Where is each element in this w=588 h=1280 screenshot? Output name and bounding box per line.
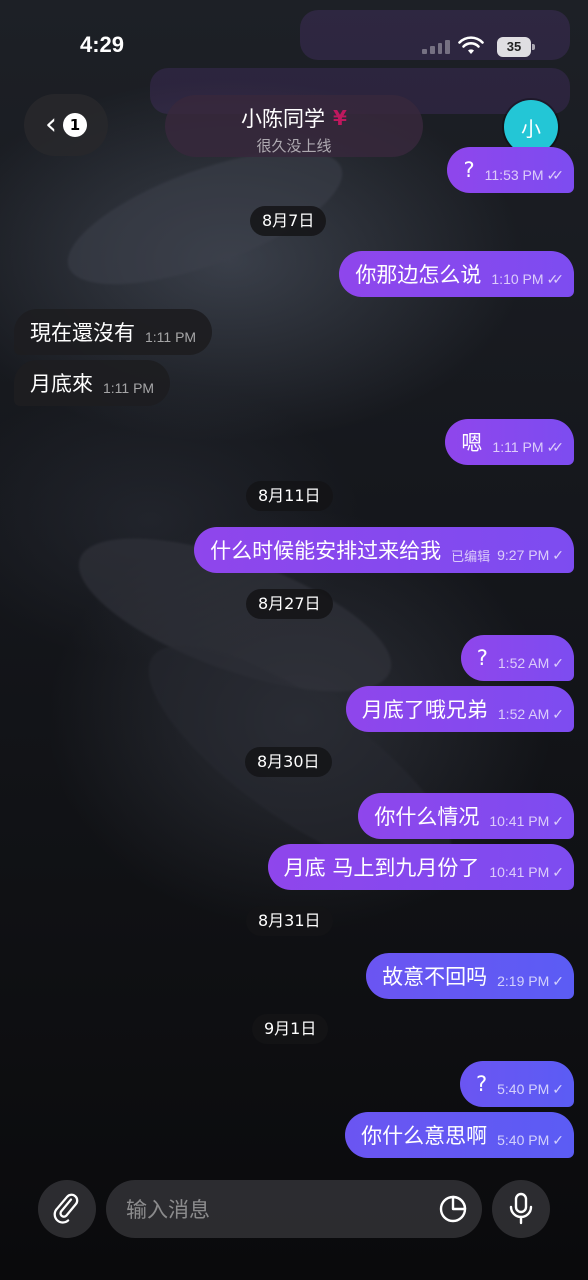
date-separator: 8月27日 xyxy=(246,589,333,619)
date-separator: 8月30日 xyxy=(245,747,332,777)
status-bar: 4:29 35 xyxy=(0,0,588,90)
read-check-icon: ✓ xyxy=(552,1131,563,1148)
contact-emoji: ¥ xyxy=(333,106,347,130)
chevron-left-icon: ‹ xyxy=(45,107,57,142)
contact-name: 小陈同学 xyxy=(241,107,326,131)
message-text: 月底來 xyxy=(30,372,93,396)
message-time: 10:41 PM xyxy=(489,813,550,829)
battery-icon: 35 xyxy=(497,37,535,57)
message-time: 9:27 PM xyxy=(497,547,550,563)
read-check-icon: ✓ xyxy=(552,863,563,880)
date-separator: 9月1日 xyxy=(252,1014,329,1044)
back-button[interactable]: ‹ 1 xyxy=(24,94,108,156)
date-separator: 8月31日 xyxy=(246,906,333,936)
signal-icon xyxy=(422,40,450,54)
edited-label: 已编辑 xyxy=(451,548,491,564)
microphone-icon xyxy=(509,1192,533,1225)
date-separator: 8月7日 xyxy=(250,206,327,236)
message-outgoing[interactable]: 你什么情况 10:41 PM ✓ xyxy=(358,793,574,839)
unread-count-badge: 1 xyxy=(63,113,87,137)
read-check-icon: ✓✓ xyxy=(546,270,565,287)
message-text: 什么时候能安排过来给我 xyxy=(210,539,442,563)
message-outgoing[interactable]: ? 11:53 PM ✓✓ xyxy=(447,147,574,193)
message-text: 你那边怎么说 xyxy=(355,263,482,287)
message-time: 1:11 PM xyxy=(492,439,544,455)
read-check-icon: ✓✓ xyxy=(546,166,565,183)
message-outgoing[interactable]: 故意不回吗 2:19 PM ✓ xyxy=(366,953,574,999)
message-incoming[interactable]: 現在還沒有 1:11 PM xyxy=(14,309,213,355)
message-outgoing[interactable]: 嗯 1:11 PM ✓✓ xyxy=(445,419,574,465)
chat-title[interactable]: 小陈同学 ¥ 很久没上线 xyxy=(165,95,423,157)
message-time: 1:52 AM xyxy=(497,706,550,722)
read-check-icon: ✓ xyxy=(552,972,563,989)
message-text: 你什么情况 xyxy=(374,805,480,829)
message-time: 10:41 PM xyxy=(489,864,550,880)
message-time: 1:10 PM xyxy=(491,271,544,287)
sticker-icon[interactable] xyxy=(438,1194,468,1224)
message-time: 11:53 PM xyxy=(484,167,544,183)
date-separator: 8月11日 xyxy=(246,481,333,511)
read-check-icon: ✓ xyxy=(552,705,563,722)
wifi-icon xyxy=(458,36,484,60)
status-time: 4:29 xyxy=(80,32,125,57)
message-time: 1:11 PM xyxy=(145,329,197,345)
message-time: 5:40 PM xyxy=(497,1132,550,1148)
message-text: 嗯 xyxy=(461,431,483,455)
message-time: 2:19 PM xyxy=(497,973,550,989)
attach-button[interactable] xyxy=(38,1180,96,1238)
message-text: ? xyxy=(475,1072,488,1096)
message-incoming[interactable]: 月底來 1:11 PM xyxy=(14,360,171,406)
message-input-container[interactable] xyxy=(106,1180,482,1240)
message-outgoing[interactable]: 月底 马上到九月份了 10:41 PM ✓ xyxy=(267,844,574,890)
message-outgoing[interactable]: ? 5:40 PM ✓ xyxy=(459,1061,574,1107)
message-text: ? xyxy=(476,646,488,670)
read-check-icon: ✓ xyxy=(552,1080,563,1097)
message-input[interactable] xyxy=(124,1180,428,1240)
message-text: 月底 马上到九月份了 xyxy=(283,856,480,880)
read-check-icon: ✓ xyxy=(552,654,563,671)
read-check-icon: ✓ xyxy=(552,546,563,563)
message-text: 故意不回吗 xyxy=(382,965,488,989)
read-check-icon: ✓✓ xyxy=(546,438,565,455)
message-outgoing[interactable]: 你什么意思啊 5:40 PM ✓ xyxy=(345,1112,574,1158)
avatar[interactable]: 小 xyxy=(504,100,558,154)
message-time: 1:52 AM xyxy=(497,655,550,671)
message-outgoing[interactable]: 什么时候能安排过来给我 已编辑 9:27 PM ✓ xyxy=(194,527,574,573)
read-check-icon: ✓ xyxy=(552,812,563,829)
contact-status: 很久没上线 xyxy=(256,137,332,155)
message-time: 5:40 PM xyxy=(497,1081,550,1097)
message-text: ? xyxy=(463,158,475,182)
message-text: 你什么意思啊 xyxy=(361,1124,488,1148)
message-time: 1:11 PM xyxy=(103,380,155,396)
message-text: 月底了哦兄弟 xyxy=(361,698,488,722)
message-outgoing[interactable]: 月底了哦兄弟 1:52 AM ✓ xyxy=(345,686,574,732)
message-text: 現在還沒有 xyxy=(30,321,135,345)
paperclip-icon xyxy=(53,1193,79,1224)
microphone-button[interactable] xyxy=(492,1180,550,1238)
message-outgoing[interactable]: ? 1:52 AM ✓ xyxy=(460,635,574,681)
message-outgoing[interactable]: 你那边怎么说 1:10 PM ✓✓ xyxy=(339,251,574,297)
